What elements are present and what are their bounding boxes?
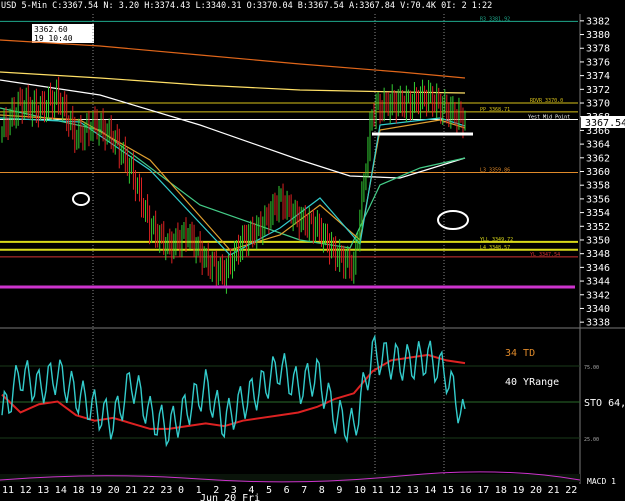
level-label: L4 3348.57	[480, 245, 510, 251]
price-tick-label: 3338	[586, 318, 610, 329]
time-tick-label: 21	[548, 485, 560, 496]
sto-label: STO 64,	[584, 398, 625, 409]
price-tick-label: 3372	[586, 85, 610, 96]
time-tick-label: 18	[495, 485, 507, 496]
time-tick-label: 12	[20, 485, 32, 496]
price-tick-label: 3348	[586, 249, 610, 260]
level-75-label: 75.00	[584, 365, 599, 371]
level-label: L3 3359.86	[480, 167, 510, 173]
chart-header: USD 5-Min C:3367.54 N: 3.20 H:3374.43 L:…	[1, 1, 492, 11]
time-tick-label: 9	[336, 485, 342, 496]
td-label: 34 TD	[505, 348, 535, 359]
price-tick-label: 3380	[586, 30, 610, 41]
time-tick-label: 17	[477, 485, 489, 496]
time-tick-label: 19	[90, 485, 102, 496]
time-tick-label: 18	[72, 485, 84, 496]
time-tick-label: 16	[460, 485, 472, 496]
level-label: R3 3381.92	[480, 16, 510, 22]
price-tick-label: 3358	[586, 181, 610, 192]
price-tick-label: 3356	[586, 194, 610, 205]
level-label: Yest Mid Point	[528, 114, 570, 120]
time-tick-label: 8	[319, 485, 325, 496]
price-tick-label: 3360	[586, 167, 610, 178]
time-tick-label: 7	[301, 485, 307, 496]
price-chart[interactable]: USD 5-Min C:3367.54 N: 3.20 H:3374.43 L:…	[0, 0, 625, 501]
time-tick-label: 10	[354, 485, 366, 496]
price-tick-label: 3346	[586, 263, 610, 274]
time-tick-label: 22	[565, 485, 577, 496]
price-tick-label: 3374	[586, 71, 610, 82]
time-tick-label: 20	[108, 485, 120, 496]
time-tick-label: 13	[407, 485, 419, 496]
price-tick-label: 3370	[586, 99, 610, 110]
price-tick-label: 3352	[586, 222, 610, 233]
price-tick-label: 3340	[586, 304, 610, 315]
price-tick-label: 3364	[586, 140, 610, 151]
price-tick-label: 3382	[586, 16, 610, 27]
price-tick-label: 3378	[586, 44, 610, 55]
price-tick-label: 3344	[586, 277, 610, 288]
time-tick-label: 0	[178, 485, 184, 496]
time-tick-label: 6	[284, 485, 290, 496]
time-tick-label: 11	[372, 485, 384, 496]
price-tick-label: 3354	[586, 208, 610, 219]
last-price-tag: 3367.54	[581, 116, 625, 129]
price-tick-label: 3342	[586, 290, 610, 301]
tooltip-value: 3362.60	[34, 25, 68, 34]
time-tick-label: 19	[512, 485, 524, 496]
level-label: YLL 3349.72	[480, 237, 513, 243]
time-tick-label: 22	[143, 485, 155, 496]
time-tick-label: 23	[160, 485, 172, 496]
level-25-label: 25.00	[584, 437, 599, 443]
level-label: RDVR 3370.0	[530, 98, 563, 104]
time-tick-label: 20	[530, 485, 542, 496]
macd-label: MACD 1	[587, 477, 616, 486]
tooltip-time: 19 10:40	[34, 34, 73, 43]
time-tick-label: 21	[125, 485, 137, 496]
price-tick-label: 3350	[586, 235, 610, 246]
time-tick-label: 13	[37, 485, 49, 496]
level-label: YL 3347.54	[530, 252, 560, 258]
time-tick-label: 15	[442, 485, 454, 496]
time-tick-label: 14	[55, 485, 67, 496]
time-tick-label: 11	[2, 485, 14, 496]
price-tick-label: 3362	[586, 153, 610, 164]
time-tick-label: 5	[266, 485, 272, 496]
crosshair-tooltip: 3362.60 19 10:40	[32, 24, 94, 43]
time-tick-label: 12	[389, 485, 401, 496]
yrange-label: 40 YRange	[505, 377, 559, 388]
price-tick-label: 3376	[586, 57, 610, 68]
time-tick-label: 14	[424, 485, 436, 496]
level-label: PP 3368.71	[480, 107, 510, 113]
date-label: Jun 20 Fri	[200, 493, 260, 501]
last-price-label: 3367.54	[585, 118, 625, 129]
